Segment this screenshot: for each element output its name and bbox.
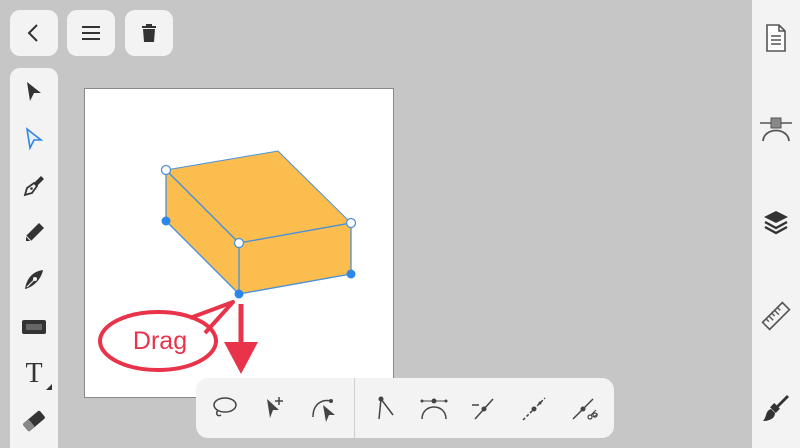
cut-path-button[interactable] — [562, 386, 606, 430]
break-handle-button[interactable] — [462, 386, 506, 430]
pen-nib-icon — [23, 176, 44, 197]
drag-label: Drag — [132, 326, 188, 355]
menu-button[interactable] — [67, 10, 115, 56]
right-panel — [752, 0, 800, 448]
join-point-button[interactable] — [512, 386, 556, 430]
pencil-tool[interactable] — [10, 211, 58, 255]
scissors-path-icon — [572, 398, 599, 420]
ruler-panel-button[interactable] — [752, 292, 800, 340]
chevron-left-icon — [27, 24, 38, 42]
text-tool[interactable]: T — [10, 352, 58, 396]
add-anchor-select-button[interactable] — [252, 386, 296, 430]
trash-icon — [142, 24, 156, 42]
paint-brush-icon — [763, 395, 789, 421]
eraser-icon — [23, 410, 45, 432]
direct-selection-tool[interactable] — [10, 117, 58, 161]
join-point-icon — [522, 397, 546, 421]
layers-panel-button[interactable] — [752, 198, 800, 246]
bezier-path-icon — [760, 117, 792, 142]
lasso-select-button[interactable] — [202, 386, 246, 430]
corner-point-icon — [378, 396, 394, 420]
curve-select-button[interactable] — [302, 386, 346, 430]
document-icon — [766, 24, 786, 52]
curve-arrow-icon — [312, 399, 335, 422]
eraser-tool[interactable] — [10, 399, 58, 443]
delete-button[interactable] — [125, 10, 173, 56]
pencil-icon — [25, 223, 44, 242]
toolbar-divider — [354, 378, 355, 438]
left-toolbar: T — [10, 68, 58, 448]
document-panel-button[interactable] — [752, 14, 800, 62]
hamburger-menu-icon — [82, 26, 100, 40]
layers-icon — [764, 211, 788, 235]
arrow-plus-icon — [267, 397, 283, 418]
bottom-toolbar — [196, 378, 614, 438]
shape-icon — [22, 320, 46, 334]
pen-tool[interactable] — [10, 164, 58, 208]
back-button[interactable] — [10, 10, 58, 56]
ruler-icon — [761, 301, 791, 331]
hollow-arrow-pointer-icon — [25, 127, 44, 151]
break-handle-icon — [472, 398, 494, 420]
text-icon: T — [25, 358, 43, 389]
path-panel-button[interactable] — [752, 104, 800, 152]
lasso-icon — [213, 397, 237, 417]
brush-nib-icon — [25, 270, 43, 289]
corner-triangle-icon — [46, 384, 52, 390]
smooth-point-button[interactable] — [412, 386, 456, 430]
shape-tool[interactable] — [10, 305, 58, 349]
smooth-point-icon — [420, 398, 448, 420]
brush-tool[interactable] — [10, 258, 58, 302]
selection-tool[interactable] — [10, 70, 58, 114]
corner-point-button[interactable] — [362, 386, 406, 430]
style-panel-button[interactable] — [752, 384, 800, 432]
arrow-pointer-icon — [27, 82, 41, 101]
